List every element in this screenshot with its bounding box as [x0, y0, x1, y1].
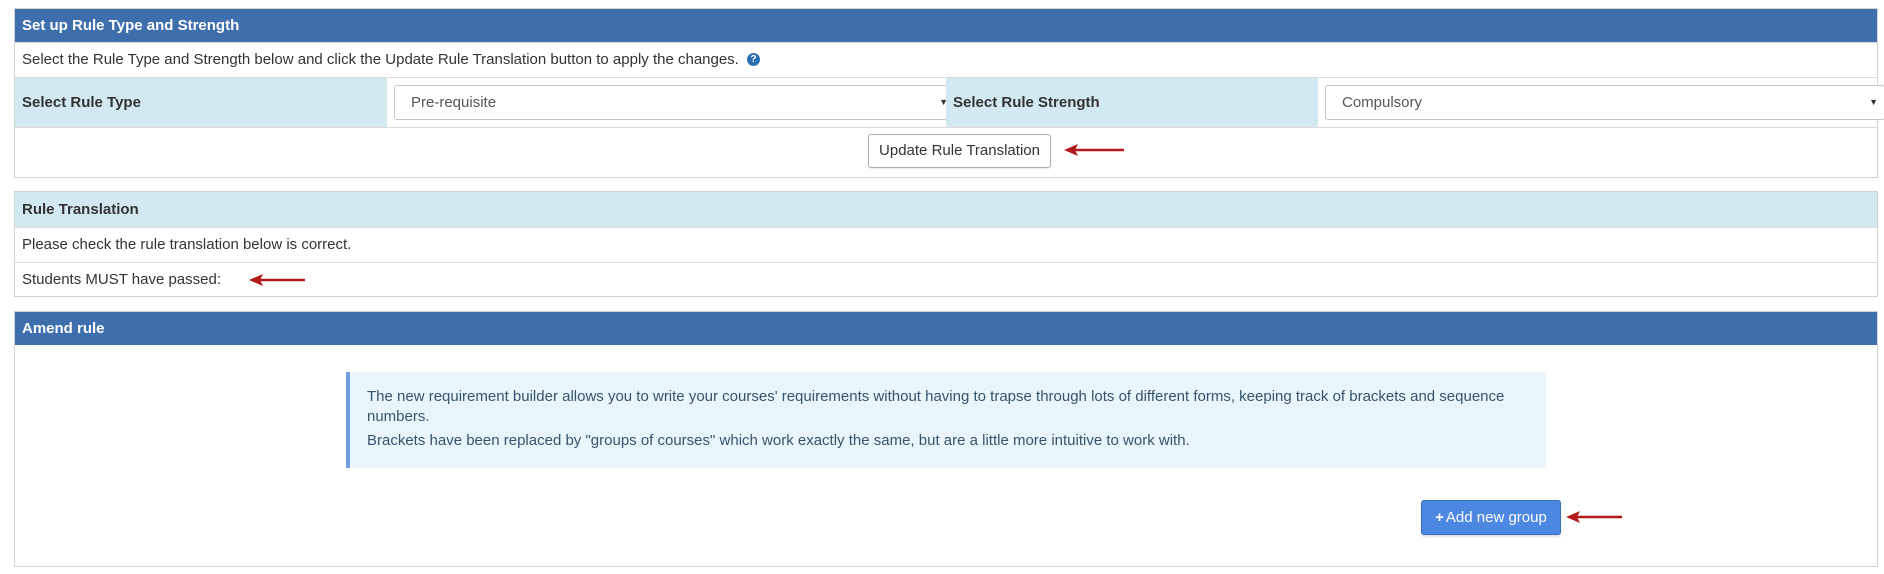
update-row: Update Rule Translation — [15, 127, 1877, 177]
annotation-arrow-icon — [1566, 511, 1622, 523]
translation-rule-row: Students MUST have passed: — [15, 262, 1877, 296]
amend-panel: Amend rule The new requirement builder a… — [14, 311, 1878, 567]
setup-instructions: Select the Rule Type and Strength below … — [22, 51, 739, 68]
info-box: The new requirement builder allows you t… — [346, 372, 1546, 468]
add-new-group-label: Add new group — [1445, 509, 1547, 526]
help-icon[interactable]: ? — [747, 52, 761, 66]
add-new-group-button[interactable]: + Add new group — [1421, 500, 1561, 535]
rule-type-value: Pre-requisite — [411, 94, 497, 111]
setup-panel-title: Set up Rule Type and Strength — [15, 9, 1877, 42]
rule-select-row: Select Rule Type Pre-requisite ▼ Select … — [15, 77, 1884, 127]
translation-check-row: Please check the rule translation below … — [15, 227, 1877, 262]
amend-panel-title: Amend rule — [15, 312, 1877, 345]
translation-check-text: Please check the rule translation below … — [22, 236, 352, 253]
info-line-1: The new requirement builder allows you t… — [367, 388, 1505, 425]
plus-icon: + — [1435, 509, 1444, 526]
amend-body: The new requirement builder allows you t… — [15, 345, 1877, 567]
rule-strength-label: Select Rule Strength — [946, 78, 1318, 127]
setup-panel: Set up Rule Type and Strength Select the… — [14, 8, 1884, 178]
setup-instructions-row: Select the Rule Type and Strength below … — [15, 42, 1877, 77]
translation-panel: Rule Translation Please check the rule t… — [14, 191, 1878, 297]
rule-type-label: Select Rule Type — [15, 78, 387, 127]
caret-down-icon: ▼ — [1869, 97, 1878, 107]
rule-strength-select[interactable]: Compulsory ▼ — [1325, 85, 1884, 120]
rule-type-select[interactable]: Pre-requisite ▼ — [394, 85, 955, 120]
annotation-arrow-icon — [1064, 144, 1124, 156]
translation-panel-title: Rule Translation — [15, 192, 1877, 227]
translation-rule-text: Students MUST have passed: — [22, 271, 221, 288]
info-line-2: Brackets have been replaced by "groups o… — [367, 432, 1190, 449]
annotation-arrow-icon — [249, 274, 305, 286]
update-rule-translation-button[interactable]: Update Rule Translation — [868, 134, 1051, 168]
rule-strength-value: Compulsory — [1342, 94, 1423, 111]
